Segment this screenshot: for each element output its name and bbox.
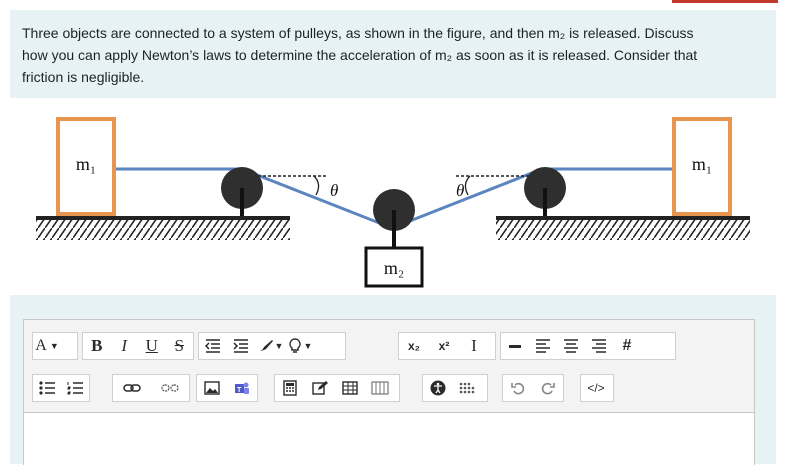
question-text: Three objects are connected to a system … [22,22,762,88]
indent-icon [233,339,248,353]
editor-toolbar: A ▼ B I U S ▼ ▼ x₂ x² I # T </> [24,320,754,413]
hashtag-button[interactable]: # [613,333,641,359]
block-m2-label: m₂ [384,258,404,278]
history-group [502,374,564,402]
tools-group [274,374,400,402]
marker-button[interactable]: ▼ [285,333,315,359]
chevron-down-icon: ▼ [303,341,313,351]
question-line-2: how you can apply Newton’s laws to deter… [22,47,698,63]
font-color-button[interactable]: A ▼ [33,333,61,359]
angle-arc-left [313,175,320,196]
align-group: # [500,332,676,360]
question-line-1: Three objects are connected to a system … [22,25,694,41]
calculator-icon [283,380,297,396]
horizontal-rule-icon [509,344,521,348]
ground-left-hatch [36,220,290,240]
calculator-button[interactable] [275,375,305,401]
font-color-group: A ▼ [32,332,78,360]
align-left-button[interactable] [529,333,557,359]
columns-button[interactable] [365,375,395,401]
brush-button[interactable]: ▼ [255,333,285,359]
brush-icon [258,340,273,351]
accessibility-group [422,374,488,402]
angle-label-left: θ [330,181,338,200]
chevron-down-icon: ▼ [274,341,284,351]
align-right-icon [592,339,606,353]
marker-icon [288,338,301,353]
table-button[interactable] [335,375,365,401]
outdent-icon [205,339,220,353]
question-line-3: friction is negligible. [22,69,145,85]
teams-button[interactable]: T [227,375,257,401]
italic-button[interactable]: I [111,333,139,359]
strikethrough-button[interactable]: S [166,333,194,359]
redo-button[interactable] [533,375,563,401]
source-group: </> [580,374,614,402]
angle-label-right: θ [456,181,464,200]
edit-button[interactable] [305,375,335,401]
chevron-down-icon: ▼ [49,341,59,351]
list-group [32,374,90,402]
pulley-figure: θ θ m₁ m₁ m₂ [10,98,776,295]
image-icon [204,381,220,395]
link-group [112,374,190,402]
text-style-group: B I U S [82,332,194,360]
ground-right-hatch [496,220,750,240]
horizontal-rule-button[interactable] [501,333,529,359]
outdent-button[interactable] [199,333,227,359]
pulley-diagram: θ θ m₁ m₁ m₂ [36,117,750,288]
rich-text-editor: A ▼ B I U S ▼ ▼ x₂ x² I # T </> [23,319,755,465]
block-m1-left-label: m₁ [76,154,96,174]
question-panel: Three objects are connected to a system … [10,10,776,98]
link-icon [123,384,141,392]
teams-icon: T [235,382,249,394]
align-left-icon [536,339,550,353]
numbered-list-icon [67,382,83,395]
subscript-button[interactable]: x₂ [399,333,429,359]
link-button[interactable] [113,375,151,401]
indent-group: ▼ ▼ [198,332,346,360]
align-center-button[interactable] [557,333,585,359]
accessibility-icon [430,380,446,396]
ground-right [496,216,750,220]
ground-left [36,216,290,220]
bullet-list-button[interactable] [33,375,61,401]
redo-icon [541,382,555,395]
svg-text:T: T [237,387,242,394]
font-color-icon: A [35,337,47,354]
superscript-button[interactable]: x² [429,333,459,359]
angle-arc-right [464,175,471,196]
underline-button[interactable]: U [138,333,166,359]
edit-icon [312,381,328,395]
bullet-list-icon [39,381,55,395]
table-icon [342,381,358,395]
special-chars-button[interactable] [453,375,483,401]
unlink-button[interactable] [151,375,189,401]
block-m1-right-label: m₁ [692,154,712,174]
special-chars-icon [459,382,475,394]
align-right-button[interactable] [585,333,613,359]
html-source-button[interactable]: </> [581,375,611,401]
top-accent-bar [672,0,778,3]
indent-button[interactable] [227,333,255,359]
media-group: T [196,374,258,402]
unlink-icon [161,384,179,392]
undo-icon [511,382,525,395]
align-center-icon [564,339,578,353]
answer-input[interactable] [24,413,754,465]
accessibility-button[interactable] [423,375,453,401]
numbered-list-button[interactable] [61,375,89,401]
columns-icon [371,381,389,395]
script-group: x₂ x² I [398,332,496,360]
bold-button[interactable]: B [83,333,111,359]
clear-formatting-button[interactable]: I [459,333,489,359]
undo-button[interactable] [503,375,533,401]
image-button[interactable] [197,375,227,401]
